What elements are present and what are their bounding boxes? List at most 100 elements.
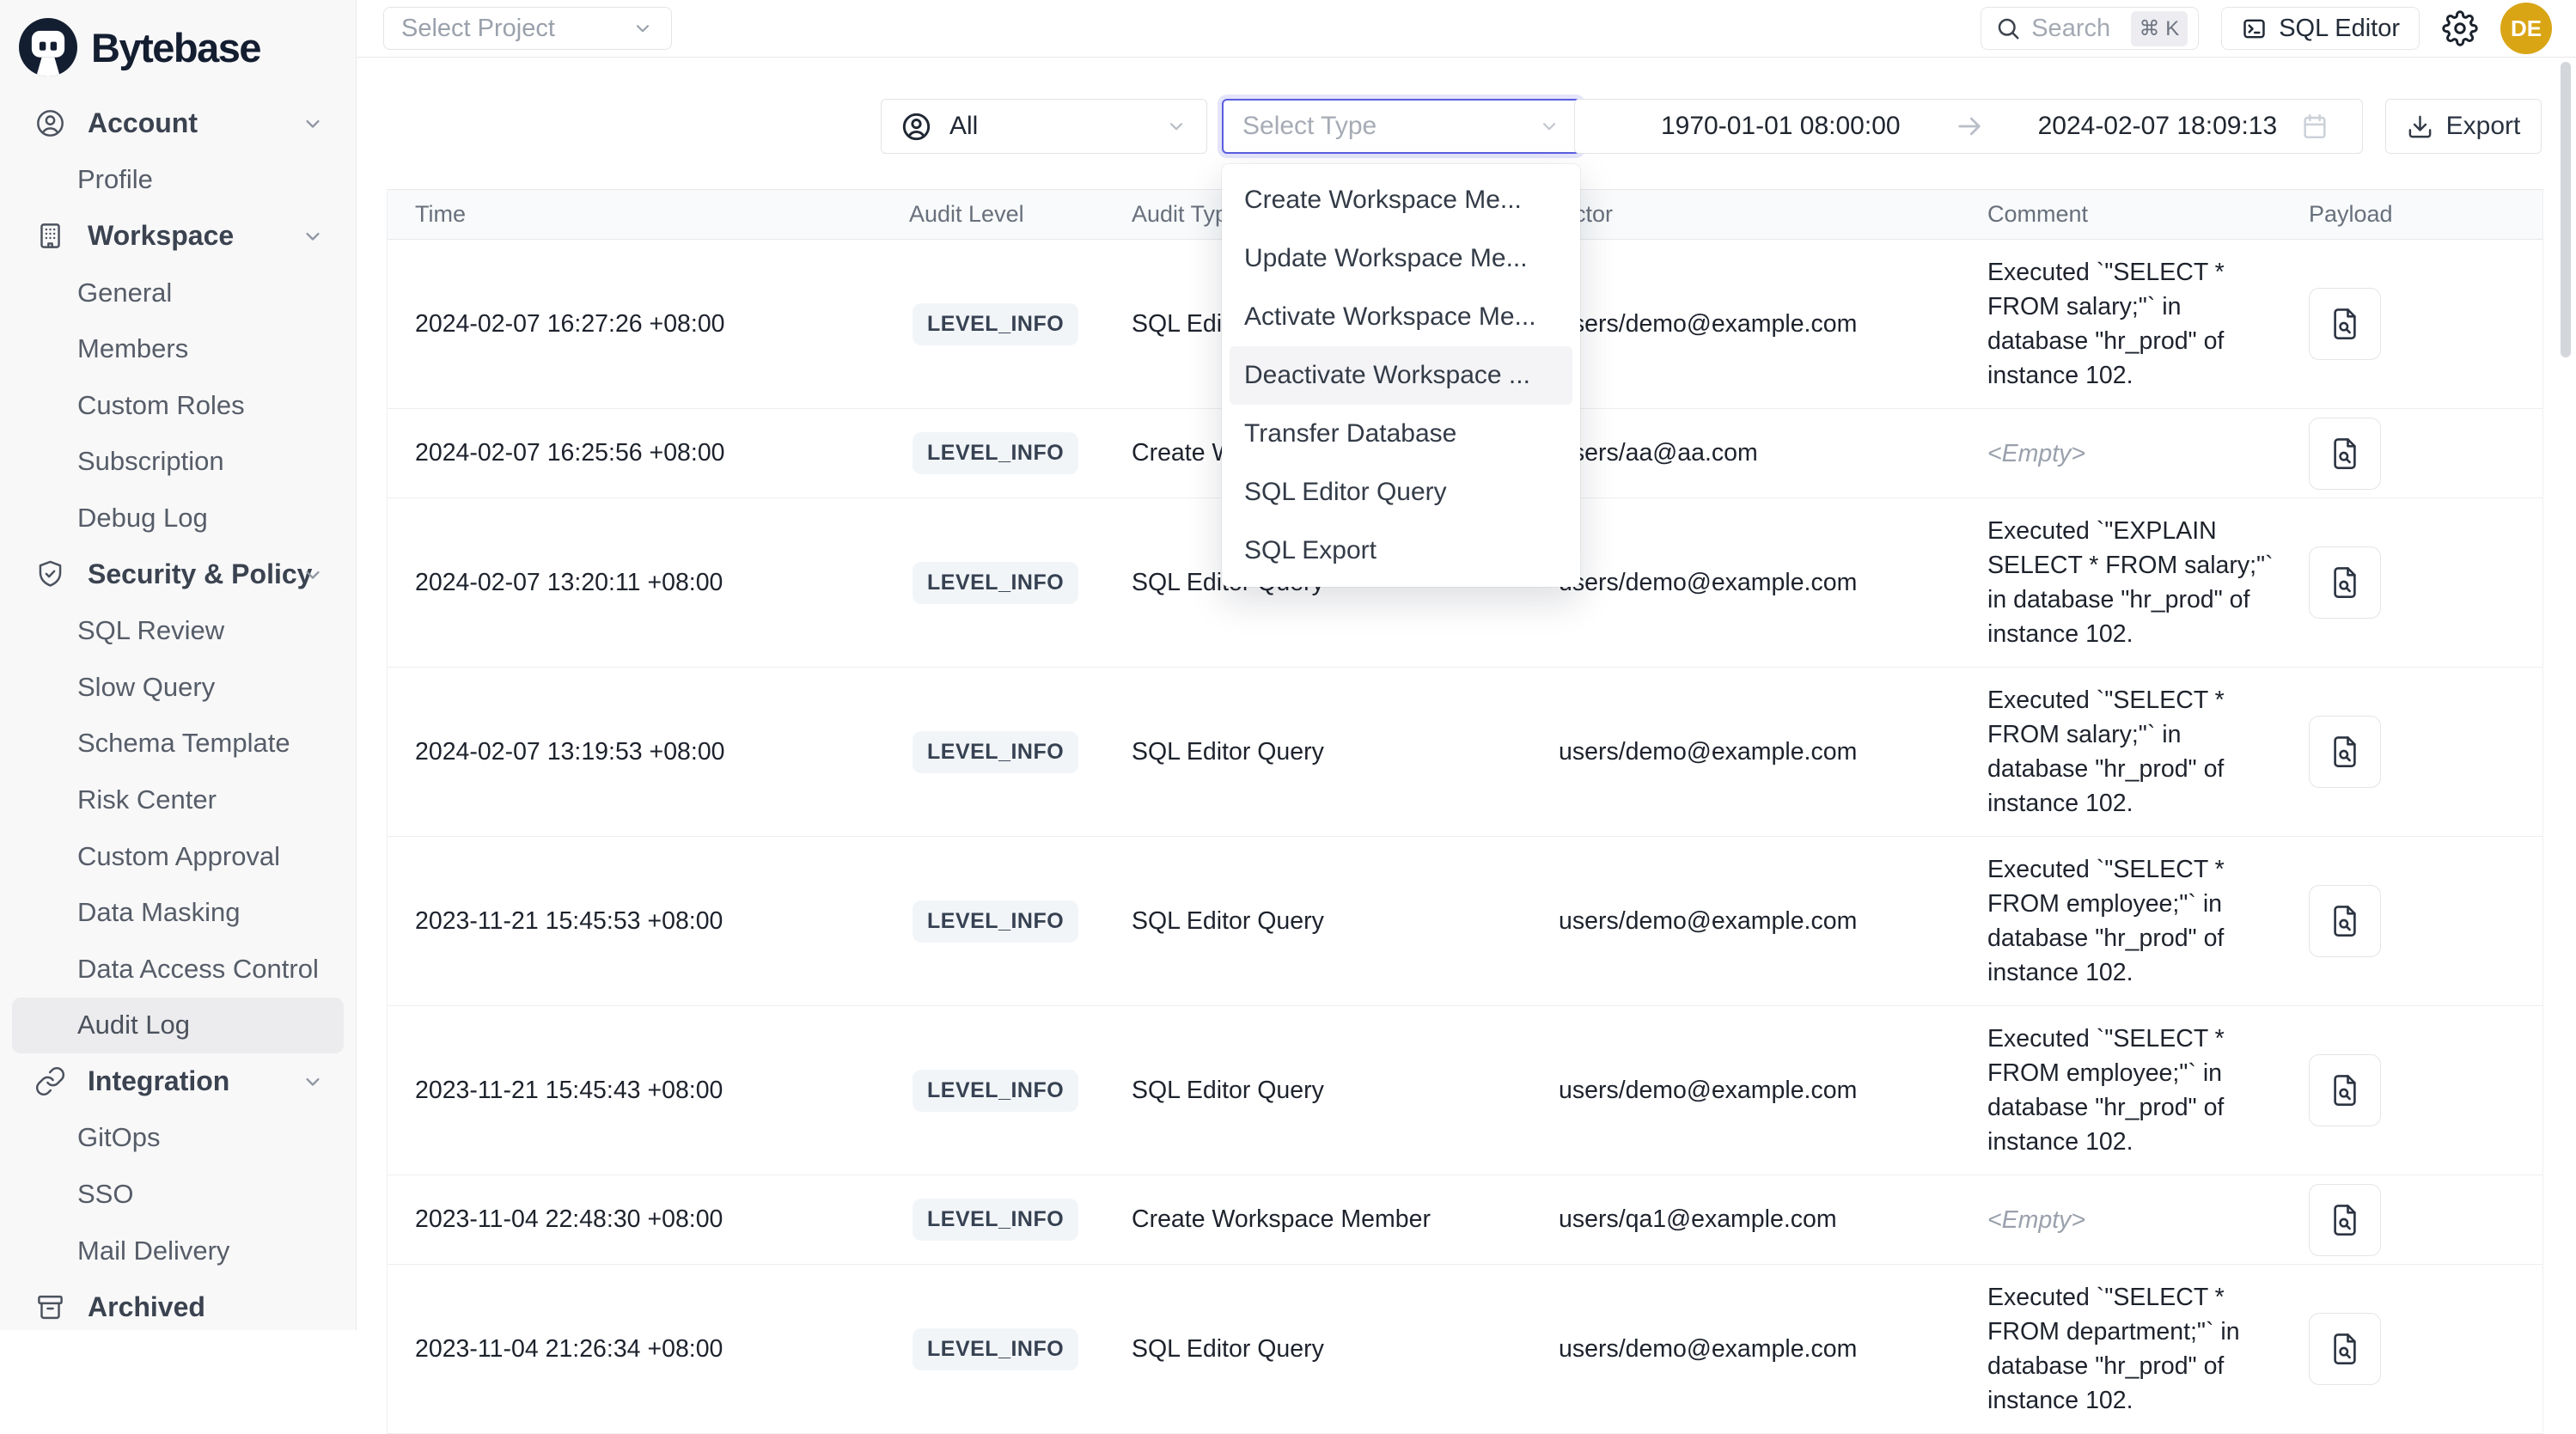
sidebar-item-label: Custom Roles xyxy=(77,390,245,421)
type-menu-item-update-workspace-me[interactable]: Update Workspace Me... xyxy=(1222,229,1580,288)
actor-cell: users/qa1@example.com xyxy=(1559,1205,1987,1234)
topbar-right: Search ⌘ K SQL Editor DE xyxy=(1981,0,2552,57)
payload-view-button[interactable] xyxy=(2309,1184,2381,1256)
payload-cell xyxy=(2309,288,2542,360)
main-content: All Select Type 1970-01-01 08:00:00 2024… xyxy=(357,57,2576,1330)
payload-view-button[interactable] xyxy=(2309,546,2381,619)
sidebar-item-label: Schema Template xyxy=(77,728,290,759)
time-cell: 2024-02-07 16:27:26 +08:00 xyxy=(388,310,909,339)
vertical-scrollbar[interactable] xyxy=(2561,62,2571,357)
sidebar-item-risk-center[interactable]: Risk Center xyxy=(0,772,356,828)
type-filter-select[interactable]: Select Type xyxy=(1222,99,1581,154)
actor-filter-select[interactable]: All xyxy=(881,99,1207,154)
type-menu-item-sql-editor-query[interactable]: SQL Editor Query xyxy=(1222,463,1580,522)
type-menu-item-activate-workspace-me[interactable]: Activate Workspace Me... xyxy=(1222,288,1580,346)
payload-cell xyxy=(2309,1313,2542,1385)
sidebar-item-sql-review[interactable]: SQL Review xyxy=(0,602,356,659)
arrow-right-icon xyxy=(1954,111,1985,142)
time-cell: 2024-02-07 16:25:56 +08:00 xyxy=(388,439,909,467)
sidebar-item-label: Audit Log xyxy=(77,1010,190,1040)
project-select[interactable]: Select Project xyxy=(383,7,672,50)
audit-level-cell: LEVEL_INFO xyxy=(909,1070,1132,1112)
file-search-icon xyxy=(2327,1072,2363,1108)
export-button[interactable]: Export xyxy=(2385,99,2542,154)
file-search-icon xyxy=(2327,734,2363,770)
sidebar-item-label: Mail Delivery xyxy=(77,1236,229,1266)
sidebar-item-label: Data Access Control xyxy=(77,954,319,985)
sidebar-item-subscription[interactable]: Subscription xyxy=(0,434,356,491)
sidebar-item-data-access-control[interactable]: Data Access Control xyxy=(0,941,356,998)
search-input[interactable]: Search ⌘ K xyxy=(1981,7,2199,50)
sidebar-item-gitops[interactable]: GitOps xyxy=(0,1110,356,1167)
comment-cell-empty: <Empty> xyxy=(1987,421,2309,486)
actor-cell: users/demo@example.com xyxy=(1559,310,1987,339)
bytebase-logo-icon xyxy=(19,18,77,76)
bytebase-logo[interactable]: Bytebase xyxy=(0,0,356,82)
payload-cell xyxy=(2309,546,2542,619)
user-avatar[interactable]: DE xyxy=(2500,3,2552,54)
sidebar-item-schema-template[interactable]: Schema Template xyxy=(0,716,356,772)
sidebar-item-members[interactable]: Members xyxy=(0,320,356,377)
comment-cell: Executed `"SELECT * FROM salary;"` in da… xyxy=(1987,668,2309,836)
sidebar-nav: AccountProfileWorkspaceGeneral Members Cus… xyxy=(0,82,356,1335)
actor-cell: users/demo@example.com xyxy=(1559,1335,1987,1364)
sidebar-section-workspace[interactable]: Workspace xyxy=(0,208,356,265)
actor-cell: users/aa@aa.com xyxy=(1559,439,1987,467)
table-row: 2023-11-04 22:48:30 +08:00 LEVEL_INFO Cr… xyxy=(388,1175,2542,1265)
date-range-picker[interactable]: 1970-01-01 08:00:00 2024-02-07 18:09:13 xyxy=(1574,99,2363,154)
sidebar-item-custom-approval[interactable]: Custom Approval xyxy=(0,828,356,885)
chevron-down-icon xyxy=(301,224,325,248)
payload-view-button[interactable] xyxy=(2309,1313,2381,1385)
payload-cell xyxy=(2309,1054,2542,1126)
file-search-icon xyxy=(2327,306,2363,342)
table-row: 2024-02-07 13:19:53 +08:00 LEVEL_INFO SQ… xyxy=(388,668,2542,837)
payload-cell xyxy=(2309,885,2542,957)
topbar: Select Project Search ⌘ K SQL Editor DE xyxy=(357,0,2576,58)
column-header-actor: Actor xyxy=(1559,201,1987,228)
table-row: 2023-11-21 15:45:43 +08:00 LEVEL_INFO SQ… xyxy=(388,1006,2542,1175)
audit-type-cell: SQL Editor Query xyxy=(1132,738,1559,766)
file-search-icon xyxy=(2327,436,2363,472)
type-filter-dropdown-menu: Create Workspace Me...Update Workspace M… xyxy=(1222,164,1580,587)
brand-name: Bytebase xyxy=(91,24,260,71)
type-menu-item-transfer-database[interactable]: Transfer Database xyxy=(1222,405,1580,463)
date-to-value: 2024-02-07 18:09:13 xyxy=(2038,112,2278,141)
type-menu-item-create-workspace-me[interactable]: Create Workspace Me... xyxy=(1222,171,1580,229)
payload-view-button[interactable] xyxy=(2309,716,2381,788)
sidebar-item-sso[interactable]: SSO xyxy=(0,1166,356,1223)
payload-view-button[interactable] xyxy=(2309,288,2381,360)
sidebar-item-custom-roles[interactable]: Custom Roles xyxy=(0,377,356,434)
chevron-down-icon xyxy=(301,1070,325,1094)
level-badge: LEVEL_INFO xyxy=(913,731,1078,773)
payload-view-button[interactable] xyxy=(2309,885,2381,957)
column-header-comment: Comment xyxy=(1987,201,2309,228)
payload-view-button[interactable] xyxy=(2309,1054,2381,1126)
sidebar-item-mail-delivery[interactable]: Mail Delivery xyxy=(0,1223,356,1279)
sidebar-item-label: SQL Review xyxy=(77,615,224,646)
type-menu-item-deactivate-workspace[interactable]: Deactivate Workspace ... xyxy=(1230,346,1572,405)
sidebar-section-archived[interactable]: Archived xyxy=(0,1278,356,1335)
sidebar-section-integration[interactable]: Integration xyxy=(0,1053,356,1110)
payload-cell xyxy=(2309,716,2542,788)
sidebar-item-slow-query[interactable]: Slow Query xyxy=(0,659,356,716)
sidebar-item-profile[interactable]: Profile xyxy=(0,152,356,209)
sidebar-item-general[interactable]: General xyxy=(0,265,356,321)
table-row: 2023-11-04 21:26:34 +08:00 LEVEL_INFO SQ… xyxy=(388,1265,2542,1434)
sidebar-item-label: Custom Approval xyxy=(77,841,280,872)
settings-gear-icon[interactable] xyxy=(2442,10,2478,46)
payload-view-button[interactable] xyxy=(2309,418,2381,490)
file-search-icon xyxy=(2327,1331,2363,1367)
sidebar-item-audit-log[interactable]: Audit Log xyxy=(12,998,344,1054)
sidebar-item-label: Members xyxy=(77,333,188,364)
sidebar-section-security-policy[interactable]: Security & Policy xyxy=(0,546,356,603)
project-select-placeholder: Select Project xyxy=(401,15,555,43)
sql-editor-button[interactable]: SQL Editor xyxy=(2221,7,2420,50)
type-menu-item-sql-export[interactable]: SQL Export xyxy=(1222,522,1580,580)
sidebar-section-account[interactable]: Account xyxy=(0,95,356,152)
sidebar-item-data-masking[interactable]: Data Masking xyxy=(0,884,356,941)
audit-type-cell: SQL Editor Query xyxy=(1132,1077,1559,1105)
date-from-value: 1970-01-01 08:00:00 xyxy=(1661,112,1901,141)
audit-type-cell: SQL Editor Query xyxy=(1132,907,1559,936)
comment-cell: Executed `"SELECT * FROM salary;"` in da… xyxy=(1987,240,2309,408)
sidebar-item-debug-log[interactable]: Debug Log xyxy=(0,490,356,546)
